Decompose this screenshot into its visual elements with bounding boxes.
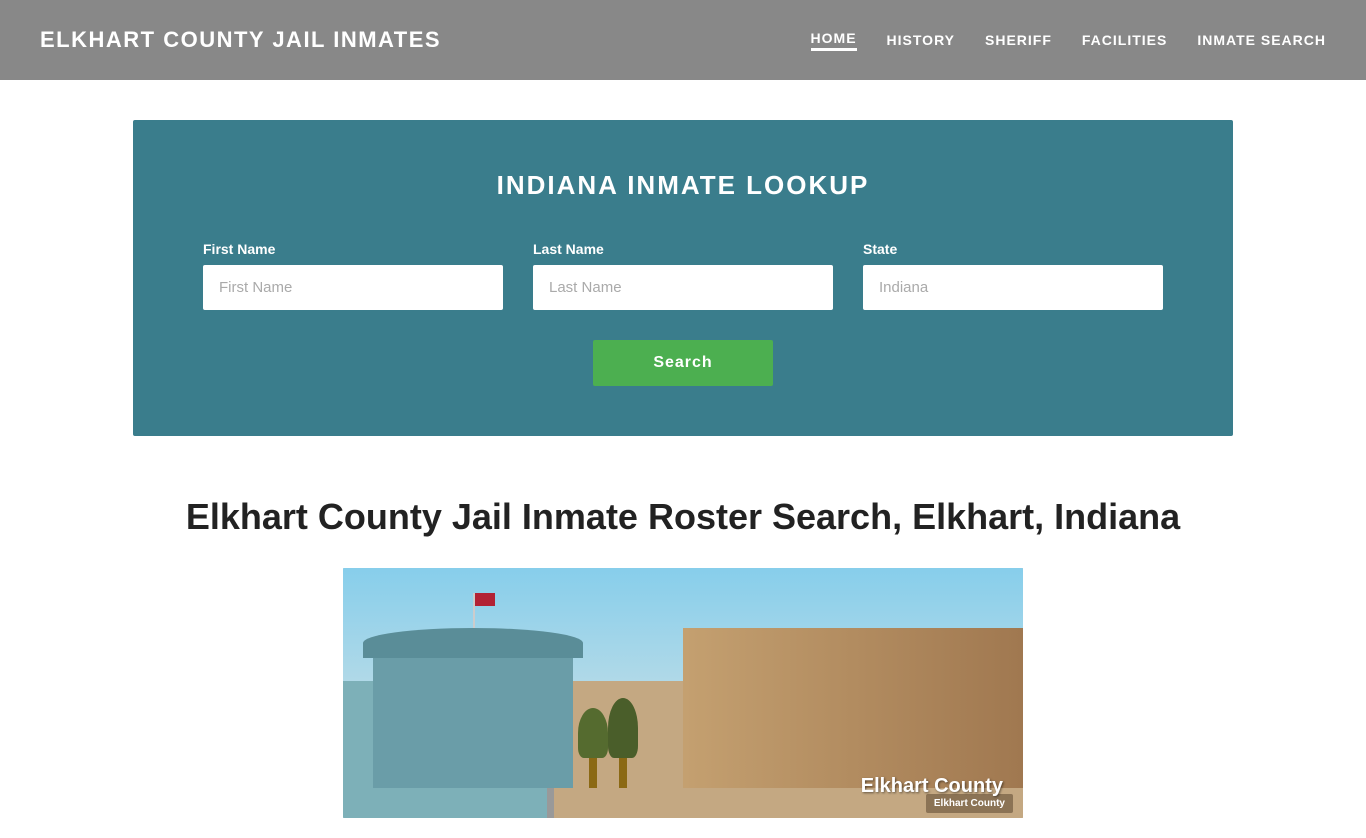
- last-name-group: Last Name: [533, 241, 833, 310]
- building-sign: Elkhart County: [926, 794, 1013, 813]
- state-group: State: [863, 241, 1163, 310]
- site-header: ELKHART COUNTY JAIL INMATES HOME HISTORY…: [0, 0, 1366, 80]
- tree-1: [583, 708, 603, 788]
- last-name-input[interactable]: [533, 265, 833, 310]
- state-input[interactable]: [863, 265, 1163, 310]
- main-content: Elkhart County Jail Inmate Roster Search…: [133, 476, 1233, 838]
- first-name-group: First Name: [203, 241, 503, 310]
- page-heading: Elkhart County Jail Inmate Roster Search…: [173, 496, 1193, 538]
- tree-trunk-1: [589, 758, 597, 788]
- search-section-title: INDIANA INMATE LOOKUP: [173, 170, 1193, 201]
- tree-top-1: [578, 708, 608, 758]
- site-title: ELKHART COUNTY JAIL INMATES: [40, 27, 441, 53]
- nav-inmate-search[interactable]: INMATE SEARCH: [1197, 32, 1326, 48]
- nav-sheriff[interactable]: SHERIFF: [985, 32, 1052, 48]
- nav-facilities[interactable]: FACILITIES: [1082, 32, 1167, 48]
- right-building: [683, 628, 1023, 788]
- first-name-input[interactable]: [203, 265, 503, 310]
- nav-home[interactable]: HOME: [811, 30, 857, 51]
- search-section: INDIANA INMATE LOOKUP First Name Last Na…: [133, 120, 1233, 436]
- search-btn-row: Search: [173, 340, 1193, 386]
- search-button[interactable]: Search: [593, 340, 772, 386]
- tree-top-2: [608, 698, 638, 758]
- tree-2: [613, 698, 633, 788]
- left-building: [373, 648, 573, 788]
- last-name-label: Last Name: [533, 241, 833, 257]
- search-form-row: First Name Last Name State: [173, 241, 1193, 310]
- flag: [475, 593, 495, 606]
- left-building-roof: [363, 628, 583, 658]
- first-name-label: First Name: [203, 241, 503, 257]
- tree-trunk-2: [619, 758, 627, 788]
- nav-history[interactable]: HISTORY: [887, 32, 955, 48]
- state-label: State: [863, 241, 1163, 257]
- building-image: Elkhart County: [343, 568, 1023, 818]
- main-nav: HOME HISTORY SHERIFF FACILITIES INMATE S…: [811, 30, 1326, 51]
